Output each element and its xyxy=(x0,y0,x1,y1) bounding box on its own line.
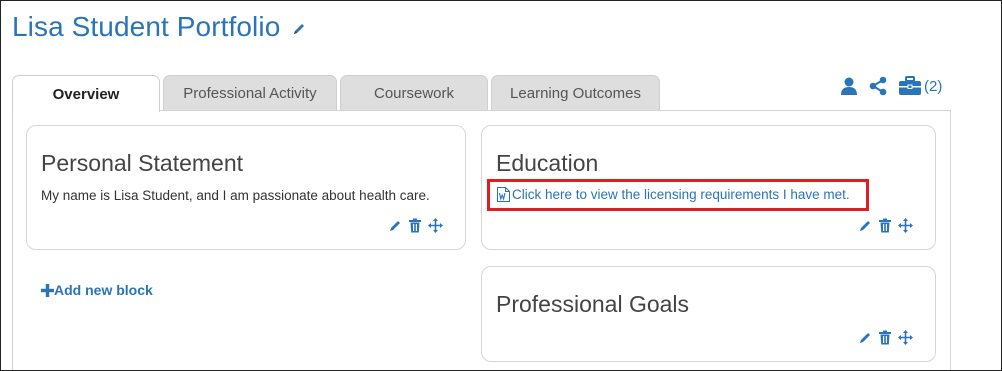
portfolio-toolbar: (2) xyxy=(839,76,942,96)
document-icon xyxy=(497,187,510,202)
block-title: Personal Statement xyxy=(41,150,244,176)
trash-icon[interactable] xyxy=(408,218,422,233)
add-new-block-button[interactable]: Add new block xyxy=(41,282,153,298)
block-actions xyxy=(858,330,913,345)
briefcase-button[interactable]: (2) xyxy=(898,76,942,96)
tab-learning-outcomes[interactable]: Learning Outcomes xyxy=(491,75,660,111)
licensing-requirements-link[interactable]: Click here to view the licensing require… xyxy=(497,187,850,202)
edit-pencil-icon[interactable] xyxy=(388,219,402,233)
block-actions xyxy=(858,218,913,233)
tab-label: Overview xyxy=(52,85,120,103)
briefcase-icon xyxy=(898,76,922,96)
tab-professional-activity[interactable]: Professional Activity xyxy=(163,75,337,111)
tab-label: Learning Outcomes xyxy=(510,85,641,102)
add-new-block-label: Add new block xyxy=(54,282,153,298)
move-icon[interactable] xyxy=(428,218,443,233)
tab-coursework[interactable]: Coursework xyxy=(340,75,488,111)
block-actions xyxy=(388,218,443,233)
block-text: My name is Lisa Student, and I am passio… xyxy=(41,188,430,203)
user-icon[interactable] xyxy=(839,76,859,96)
move-icon[interactable] xyxy=(898,330,913,345)
trash-icon[interactable] xyxy=(878,218,892,233)
tab-label: Coursework xyxy=(373,85,455,102)
share-icon[interactable] xyxy=(868,76,888,96)
portfolio-window: Lisa Student Portfolio Overview Professi… xyxy=(0,0,1002,371)
plus-icon xyxy=(41,283,54,297)
move-icon[interactable] xyxy=(898,218,913,233)
edit-pencil-icon[interactable] xyxy=(858,219,872,233)
tab-overview[interactable]: Overview xyxy=(12,75,160,112)
share-count-badge: (2) xyxy=(924,77,943,95)
edit-title-pencil-icon[interactable] xyxy=(292,22,306,36)
page-title: Lisa Student Portfolio xyxy=(12,11,281,42)
page-header: Lisa Student Portfolio xyxy=(12,11,306,43)
professional-goals-block: Professional Goals xyxy=(481,266,936,362)
block-title: Professional Goals xyxy=(496,291,690,317)
tab-label: Professional Activity xyxy=(183,85,317,102)
edit-pencil-icon[interactable] xyxy=(858,331,872,345)
link-text: Click here to view the licensing require… xyxy=(512,187,850,202)
trash-icon[interactable] xyxy=(878,330,892,345)
block-title: Education xyxy=(496,150,599,176)
personal-statement-block: Personal Statement My name is Lisa Stude… xyxy=(26,125,466,250)
